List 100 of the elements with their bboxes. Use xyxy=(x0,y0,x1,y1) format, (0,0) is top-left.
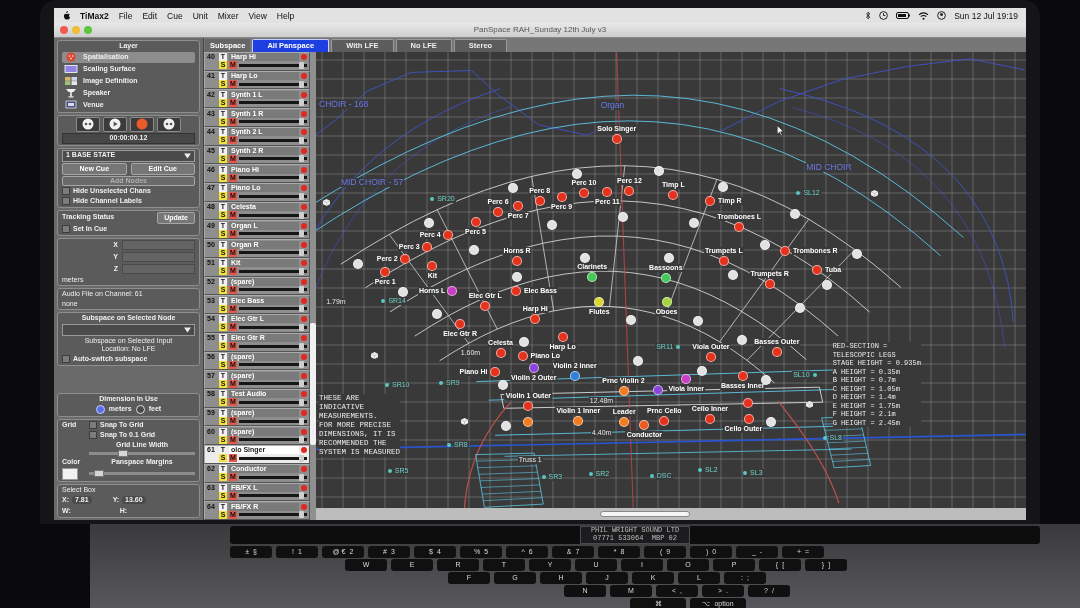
channel-node-icon[interactable] xyxy=(398,287,409,297)
slider-thumb[interactable] xyxy=(117,450,128,457)
input-field[interactable] xyxy=(122,252,195,262)
channel-node-icon[interactable] xyxy=(498,380,509,391)
fader-thumb[interactable] xyxy=(298,118,304,125)
fader-thumb[interactable] xyxy=(298,342,304,350)
channel-node-icon[interactable] xyxy=(424,217,435,228)
speaker-marker-icon[interactable] xyxy=(384,383,389,388)
channel-node-icon[interactable] xyxy=(705,352,716,363)
fader-thumb[interactable] xyxy=(298,323,304,331)
channel-node-icon[interactable] xyxy=(522,416,533,427)
fader-thumb[interactable] xyxy=(298,473,304,481)
fader-thumb[interactable] xyxy=(298,454,304,462)
channel-node-icon[interactable] xyxy=(660,273,671,283)
fader-thumb[interactable] xyxy=(298,267,304,275)
transport-button[interactable] xyxy=(157,116,181,132)
fader-thumb[interactable] xyxy=(298,211,304,219)
fader-track[interactable] xyxy=(239,436,307,444)
channel-node-icon[interactable] xyxy=(512,271,523,282)
fader-track[interactable] xyxy=(239,267,307,275)
speaker-marker-icon[interactable] xyxy=(649,474,654,479)
fader-track[interactable] xyxy=(239,155,307,163)
fader-thumb[interactable] xyxy=(298,192,304,200)
fader-thumb[interactable] xyxy=(298,286,304,294)
channel-node-icon[interactable] xyxy=(737,335,748,346)
channel-node-icon[interactable] xyxy=(821,279,832,290)
scrollbar-thumb[interactable] xyxy=(600,511,690,517)
channel-node-icon[interactable] xyxy=(659,416,670,427)
speaker-marker-icon[interactable] xyxy=(387,469,392,474)
fader-track[interactable] xyxy=(239,323,307,331)
channel-node-icon[interactable] xyxy=(493,207,504,218)
menu-item[interactable]: Edit xyxy=(142,10,158,21)
channel-node-icon[interactable] xyxy=(743,397,754,408)
fader-thumb[interactable] xyxy=(298,99,304,107)
channel-node-icon[interactable] xyxy=(734,222,745,233)
radio-button[interactable] xyxy=(95,405,105,414)
channel-node-icon[interactable] xyxy=(632,356,643,367)
channel-node-icon[interactable] xyxy=(501,420,512,431)
wifi-icon[interactable] xyxy=(918,11,930,20)
channel-node-icon[interactable] xyxy=(556,191,567,202)
channel-node-icon[interactable] xyxy=(602,186,613,197)
scrollbar-track[interactable] xyxy=(310,52,316,520)
close-button[interactable] xyxy=(60,26,68,34)
speaker-marker-icon[interactable] xyxy=(796,190,801,195)
speaker-marker-icon[interactable] xyxy=(447,442,452,447)
speaker-marker-icon[interactable] xyxy=(698,468,703,473)
checkbox[interactable] xyxy=(62,225,70,233)
channel-node-icon[interactable] xyxy=(587,272,598,283)
fader-track[interactable] xyxy=(239,398,307,406)
fader-thumb[interactable] xyxy=(298,80,304,88)
channel-node-icon[interactable] xyxy=(528,362,539,373)
speaker-marker-icon[interactable] xyxy=(588,471,593,476)
channel-node-icon[interactable] xyxy=(851,248,862,259)
channel-node-icon[interactable] xyxy=(427,261,438,272)
speaker-marker-icon[interactable] xyxy=(439,381,444,386)
channel-node-icon[interactable] xyxy=(512,256,522,267)
speaker-marker-icon[interactable] xyxy=(381,299,386,304)
menu-item[interactable]: Cue xyxy=(167,10,183,21)
channel-node-icon[interactable] xyxy=(681,374,692,385)
checkbox[interactable] xyxy=(62,187,70,195)
channel-node-icon[interactable] xyxy=(718,182,729,193)
radio-button[interactable] xyxy=(135,405,145,414)
fader-thumb[interactable] xyxy=(298,174,304,182)
channel-node-icon[interactable] xyxy=(470,217,481,228)
fader-thumb[interactable] xyxy=(298,155,304,163)
fader-track[interactable] xyxy=(239,417,307,425)
channel-node-icon[interactable] xyxy=(692,315,703,326)
user-circle-icon[interactable] xyxy=(937,11,947,20)
speaker-marker-icon[interactable] xyxy=(822,435,827,440)
channel-node-icon[interactable] xyxy=(688,217,699,228)
apple-logo-icon[interactable] xyxy=(62,11,70,20)
transport-button[interactable] xyxy=(103,116,127,132)
channel-node-icon[interactable] xyxy=(534,196,545,207)
channel-node-icon[interactable] xyxy=(380,266,391,277)
cube-icon[interactable] xyxy=(871,189,879,197)
menu-item[interactable]: View xyxy=(248,10,267,21)
subspace-dropdown[interactable] xyxy=(62,323,195,336)
clock-icon[interactable] xyxy=(879,11,889,20)
fader-track[interactable] xyxy=(239,61,307,69)
bluetooth-icon[interactable] xyxy=(865,11,872,20)
battery-icon[interactable] xyxy=(896,12,911,19)
channel-node-icon[interactable] xyxy=(432,309,443,320)
fader-track[interactable] xyxy=(239,192,307,200)
fader-track[interactable] xyxy=(239,99,307,107)
speaker-marker-icon[interactable] xyxy=(676,345,681,350)
input-field[interactable] xyxy=(122,240,195,250)
fader-thumb[interactable] xyxy=(298,305,304,313)
channel-node-icon[interactable] xyxy=(744,413,755,424)
channel-node-icon[interactable] xyxy=(737,371,748,382)
fader-track[interactable] xyxy=(239,492,307,500)
channel-node-icon[interactable] xyxy=(557,331,568,342)
fader-track[interactable] xyxy=(239,286,307,294)
fader-thumb[interactable] xyxy=(298,249,304,257)
fader-thumb[interactable] xyxy=(298,136,304,144)
speaker-marker-icon[interactable] xyxy=(541,475,546,480)
fader-track[interactable] xyxy=(239,136,307,144)
channel-node-icon[interactable] xyxy=(455,318,466,329)
color-swatch[interactable] xyxy=(62,467,78,480)
fader-thumb[interactable] xyxy=(298,417,304,425)
channel-node-icon[interactable] xyxy=(624,186,635,197)
